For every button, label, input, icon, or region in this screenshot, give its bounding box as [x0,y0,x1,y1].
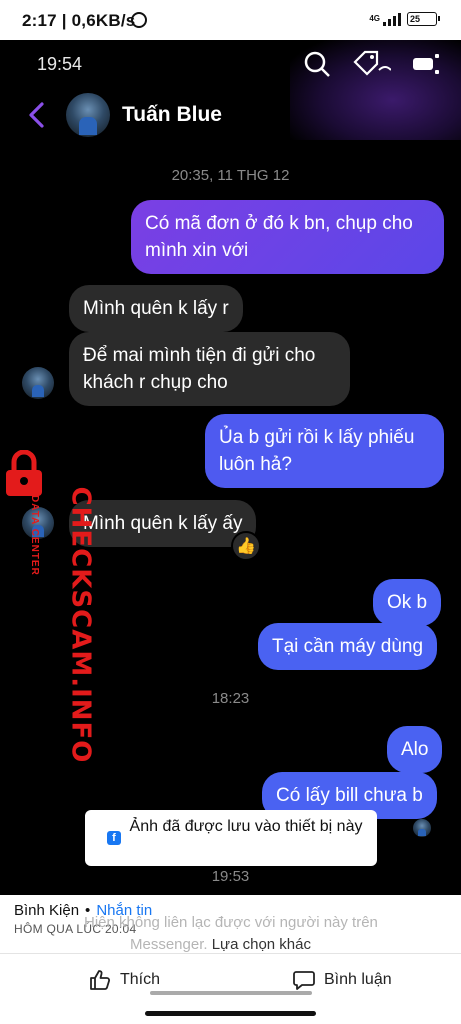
watermark-sub: DATA CENTER [29,495,40,576]
signal-icon [383,12,401,26]
status-right-group: 4G 25 [369,12,440,26]
watermark-brand: CHECKSCAM.INFO [65,486,96,764]
contact-avatar[interactable] [66,93,110,137]
message-outgoing[interactable]: Tại cần máy dùng [258,623,438,670]
saved-toast: f Ảnh đã được lưu vào thiết bị này [85,810,377,866]
home-indicator[interactable] [145,1011,316,1016]
other-options-link[interactable]: Lựa chọn khác [212,936,311,953]
outer-status-bar: 2:17 | 0,6KB/s 4G 25 [0,0,461,40]
chat-header: Tuấn Blue [0,90,461,140]
message-outgoing[interactable]: Ok b [373,579,442,626]
comment-icon [293,971,315,990]
battery-toggle-icon [413,54,439,74]
contact-name[interactable]: Tuấn Blue [122,103,222,127]
message-incoming[interactable]: Để mai mình tiện đi gửi cho khách r chụp… [69,332,350,406]
network-type: 4G [369,14,380,23]
status-time-network: 2:17 | 0,6KB/s [22,11,136,30]
thumbs-up-outline-icon [90,970,111,990]
sender-avatar [22,367,54,399]
thumbs-up-icon: 👍 [236,538,256,555]
messenger-screenshot: 19:54 Tuấn Blue 20:35, 11 THG 12 Có mã đ… [0,40,461,1004]
unavailable-notice: Hiện không liên lạc được với người này t… [84,914,378,931]
battery-icon: 25 [407,12,440,26]
read-receipt-avatar [413,819,431,837]
comment-label: Bình luận [324,971,392,988]
message-outgoing[interactable]: Có mã đơn ở đó k bn, chụp cho mình xin v… [131,200,444,274]
search-icon[interactable] [303,50,331,78]
inner-status-icons [303,50,441,78]
message-outgoing[interactable]: Ủa b gửi rồi k lấy phiếu luôn hả? [205,414,444,488]
battery-level: 25 [410,14,421,24]
facebook-icon: f [107,831,121,845]
message-incoming[interactable]: Mình quên k lấy r [69,285,243,332]
message-outgoing[interactable]: Alo [387,726,443,773]
lock-icon [6,450,42,496]
comment-button[interactable]: Bình luận [292,968,392,992]
tag-wifi-icon [353,50,391,76]
commenter-name[interactable]: Bình Kiện [14,902,79,919]
message-incoming[interactable]: Mình quên k lấy ấy [69,500,257,547]
like-button[interactable]: Thích [88,968,160,992]
chat-timestamp: 20:35, 11 THG 12 [171,167,290,184]
messenger-word: Messenger. [130,936,208,953]
divider [0,953,461,954]
scroll-handle[interactable] [150,991,312,995]
inner-status-time: 19:54 [37,54,83,74]
alarm-icon [131,12,147,28]
unavailable-notice-cont: Messenger. Lựa chọn khác [130,936,311,953]
like-label: Thích [120,971,161,988]
back-chevron-icon[interactable] [26,100,48,130]
reaction-badge[interactable]: 👍 [231,531,261,561]
toast-message: Ảnh đã được lưu vào thiết bị này [129,818,363,835]
chat-timestamp: 19:53 [211,868,250,885]
post-footer: Bình Kiện • Nhắn tin HÔM QUA LÚC 20:04 Hiệ… [0,895,461,1024]
